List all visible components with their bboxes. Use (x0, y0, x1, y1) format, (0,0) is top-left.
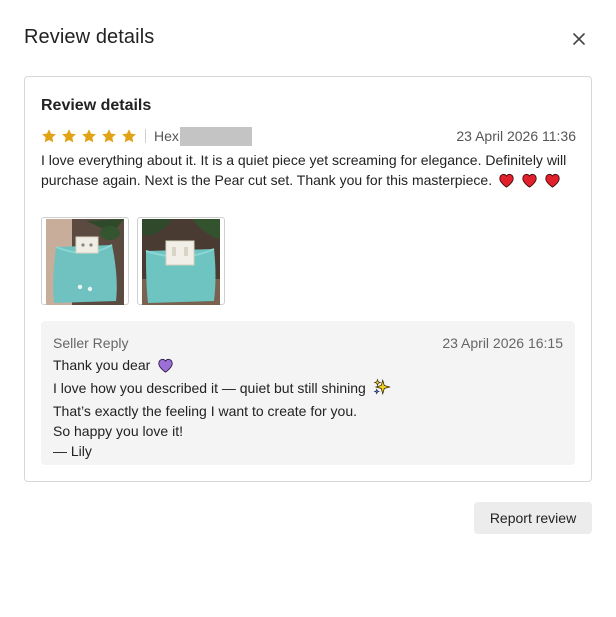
seller-reply-date: 23 April 2026 16:15 (442, 335, 563, 351)
close-icon (573, 33, 585, 45)
review-body: I love everything about it. It is a quie… (41, 152, 567, 188)
seller-reply-text: Thank you dear I love how you described … (53, 355, 391, 461)
star-icon (121, 128, 137, 144)
review-date: 23 April 2026 11:36 (456, 128, 576, 144)
star-icon (101, 128, 117, 144)
star-icon (41, 128, 57, 144)
reply-line-text: Thank you dear (53, 357, 151, 373)
review-photo-thumbnail-1[interactable] (41, 217, 129, 305)
jewelry-pouch-photo-icon (46, 219, 124, 305)
review-card: Review details Hex 23 April 2026 11:36 I… (24, 76, 592, 482)
star-icon (81, 128, 97, 144)
seller-reply-label: Seller Reply (53, 335, 129, 351)
star-rating (41, 128, 137, 144)
reply-line-text: I love how you described it — quiet but … (53, 380, 366, 396)
reply-line: — Lily (53, 443, 92, 459)
reply-line: That’s exactly the feeling I want to cre… (53, 403, 358, 419)
report-review-button[interactable]: Report review (474, 502, 592, 534)
review-details-modal: Review details Review details Hex 23 Apr… (0, 0, 616, 617)
sparkles-emoji-icon (373, 378, 391, 401)
redacted-name-block (179, 126, 252, 146)
meta-divider (145, 129, 146, 143)
review-meta-row: Hex 23 April 2026 11:36 (41, 126, 576, 146)
reply-line: Thank you dear (53, 355, 391, 378)
review-card-title: Review details (41, 97, 152, 114)
review-photo-thumbnail-2[interactable] (137, 217, 225, 305)
reply-line: So happy you love it! (53, 423, 183, 439)
close-button[interactable] (568, 28, 590, 50)
star-icon (61, 128, 77, 144)
review-photos (41, 217, 225, 305)
heart-emoji-icon (521, 172, 538, 193)
review-text-block: I love everything about it. It is a quie… (41, 150, 571, 193)
modal-title: Review details (24, 26, 155, 48)
heart-emoji-icon (544, 172, 561, 193)
heart-emoji-icon (498, 172, 515, 193)
reviewer-name: Hex (154, 128, 179, 144)
seller-reply: Seller Reply 23 April 2026 16:15 Thank y… (41, 321, 575, 465)
reply-line: I love how you described it — quiet but … (53, 378, 391, 401)
purple-heart-emoji-icon (157, 357, 174, 378)
jewelry-pouch-photo-icon (142, 219, 220, 305)
